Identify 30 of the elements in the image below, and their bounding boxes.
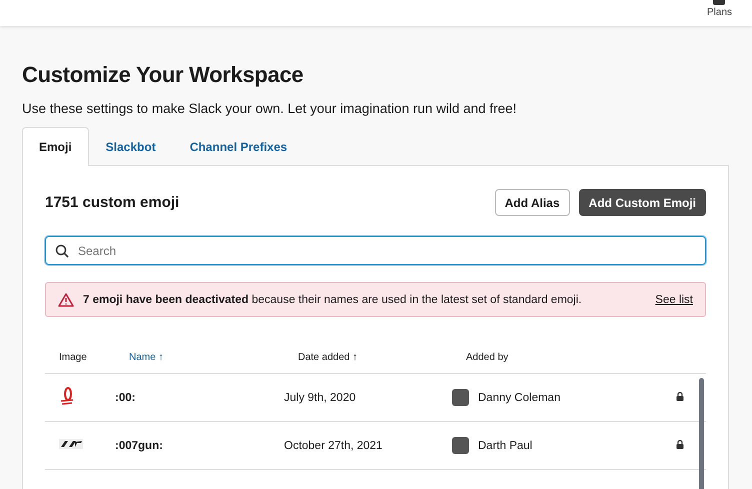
tab[interactable]: Emoji bbox=[22, 127, 89, 166]
emoji-name: :007gun: bbox=[115, 440, 164, 452]
add-emoji-button[interactable]: Add Custom Emoji bbox=[578, 189, 706, 216]
page-subtitle: Use these settings to make Slack your own. Let your imagination run wild and free! bbox=[22, 101, 518, 116]
see-list-link[interactable]: See list bbox=[655, 294, 693, 306]
added-by-name: Darth Paul bbox=[478, 440, 532, 452]
avatar bbox=[452, 437, 469, 454]
add-alias-button[interactable]: Add Alias bbox=[494, 189, 570, 216]
plans-label[interactable]: Plans bbox=[706, 7, 732, 18]
tab[interactable]: Channel Prefixes bbox=[172, 127, 304, 166]
emoji-image bbox=[59, 386, 75, 406]
warning-message: 7 emoji have been deactivated because their names are used in the latest set of standard emoji. bbox=[83, 294, 583, 306]
column-header[interactable]: Name ↑ bbox=[129, 352, 298, 362]
column-header[interactable]: Image bbox=[59, 352, 129, 362]
added-by-name: Danny Coleman bbox=[478, 392, 560, 404]
date-added: October 27th, 2021 bbox=[284, 440, 384, 452]
tab[interactable]: Slackbot bbox=[88, 127, 173, 166]
warning-icon bbox=[58, 292, 74, 306]
emoji-name: :00: bbox=[115, 392, 136, 404]
column-header[interactable]: Date added ↑ bbox=[298, 352, 466, 362]
search-icon bbox=[55, 244, 69, 258]
scrollbar[interactable] bbox=[699, 378, 704, 489]
plans-icon[interactable] bbox=[713, 0, 726, 5]
emoji-image bbox=[59, 439, 83, 449]
date-added: July 9th, 2020 bbox=[284, 392, 357, 404]
avatar bbox=[452, 389, 469, 406]
page-title: Customize Your Workspace bbox=[22, 62, 304, 88]
emoji-count: 1751 custom emoji bbox=[45, 194, 180, 211]
search-field[interactable]: Search bbox=[45, 236, 706, 265]
column-header[interactable]: Added by bbox=[466, 352, 692, 362]
